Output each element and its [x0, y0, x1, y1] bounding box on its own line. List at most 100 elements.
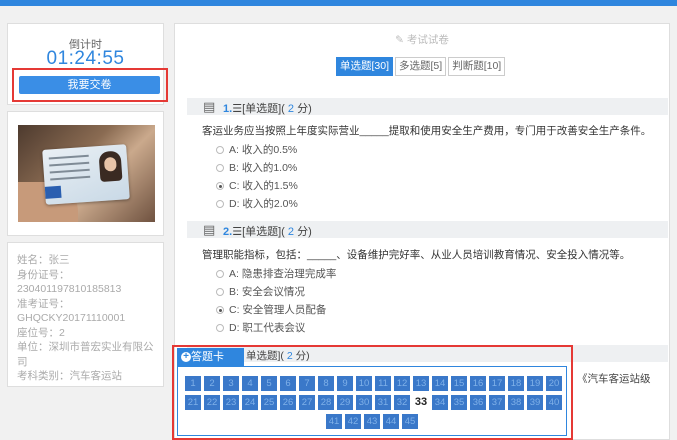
answer-card-cell[interactable]: 13: [413, 376, 429, 391]
answer-card-cell[interactable]: 14: [432, 376, 448, 391]
question-1-title: 1.☰[单选题]( 2 分): [223, 100, 312, 116]
id-photo-panel: [7, 111, 164, 236]
question-1-header: ▤ 1.☰[单选题]( 2 分): [187, 98, 668, 115]
question-number: 1.: [223, 103, 233, 115]
id-card-photo: [18, 125, 155, 222]
answer-card-grid: 1 2 3 4 5 6 7 8 9 10 11 12 13 14 15 16 17 18 19 20 21 22 23 24 2…: [183, 376, 563, 433]
answer-card-cell[interactable]: 8: [318, 376, 334, 391]
document-icon: ▤: [203, 99, 216, 114]
radio-icon[interactable]: [216, 146, 224, 154]
list-icon: ☰: [232, 103, 243, 115]
answer-card-cell[interactable]: 24: [242, 395, 258, 410]
paper-title-text: 考试试卷: [406, 34, 449, 46]
score-unit: 分): [297, 226, 312, 238]
id-card-shape: [42, 144, 130, 205]
question-2-stem: 管理职能指标，包括：_____、设备维护完好率、从业人员培训教育情况、安全投入情…: [202, 249, 631, 261]
answer-card-cell[interactable]: 26: [280, 395, 296, 410]
answer-card-cell[interactable]: 22: [204, 395, 220, 410]
answer-card-cell[interactable]: 16: [470, 376, 486, 391]
question-2-option-c[interactable]: C: 安全管理人员配备: [216, 302, 326, 317]
top-bar: [0, 0, 677, 6]
answer-card-cell[interactable]: 5: [261, 376, 277, 391]
answer-card-cell[interactable]: 4: [242, 376, 258, 391]
answer-card-cell[interactable]: 11: [375, 376, 391, 391]
answer-card-cell[interactable]: 25: [261, 395, 277, 410]
radio-icon[interactable]: [216, 324, 224, 332]
question-2-option-d[interactable]: D: 职工代表会议: [216, 320, 305, 335]
answer-card-cell[interactable]: 36: [470, 395, 486, 410]
ticket-number-label: 准考证号：: [17, 297, 70, 310]
answer-card-cell[interactable]: 7: [299, 376, 315, 391]
tab-multiple-choice[interactable]: 多选题[5]: [395, 57, 447, 76]
answer-card-cell[interactable]: 38: [508, 395, 524, 410]
submit-exam-button[interactable]: 我要交卷: [19, 76, 160, 94]
answer-card-cell[interactable]: 33: [413, 395, 429, 410]
answer-card-cell[interactable]: 34: [432, 395, 448, 410]
answer-card-cell[interactable]: 42: [345, 414, 361, 429]
answer-card-cell[interactable]: 29: [337, 395, 353, 410]
tab-true-false[interactable]: 判断题[10]: [448, 57, 506, 76]
tab-single-choice[interactable]: 单选题[30]: [336, 57, 394, 76]
answer-card-cell[interactable]: 43: [364, 414, 380, 429]
answer-card-cell[interactable]: 44: [383, 414, 399, 429]
candidate-unit: 单位：深圳市普宏实业有限公司: [17, 341, 154, 368]
answer-card-label: 答题卡: [191, 351, 224, 363]
question-3-title-partial: 单选题]( 2 分): [246, 350, 310, 362]
seat-number: 座位号：2: [17, 326, 65, 339]
answer-card-cell[interactable]: 18: [508, 376, 524, 391]
id-number-label: 身份证号：: [17, 268, 70, 281]
send-icon: ✎: [395, 34, 404, 46]
question-1-option-d[interactable]: D: 收入的2.0%: [216, 196, 298, 211]
answer-card-cell[interactable]: 10: [356, 376, 372, 391]
answer-card-cell[interactable]: 37: [489, 395, 505, 410]
answer-card-cell[interactable]: 2: [204, 376, 220, 391]
portrait-shape: [98, 150, 123, 183]
question-1-option-a[interactable]: A: 收入的0.5%: [216, 142, 297, 157]
question-2-option-b[interactable]: B: 安全会议情况: [216, 284, 305, 299]
answer-card-toggle[interactable]: + 答题卡: [177, 348, 244, 366]
plus-icon: +: [181, 352, 191, 362]
answer-card-cell[interactable]: 23: [223, 395, 239, 410]
radio-icon[interactable]: [216, 200, 224, 208]
question-1-option-b[interactable]: B: 收入的1.0%: [216, 160, 297, 175]
radio-icon[interactable]: [216, 288, 224, 296]
answer-card-cell[interactable]: 31: [375, 395, 391, 410]
question-score: 2: [287, 226, 295, 238]
question-number: 2.: [223, 226, 233, 238]
answer-card-cell[interactable]: 15: [451, 376, 467, 391]
answer-card-cell[interactable]: 30: [356, 395, 372, 410]
answer-card: 1 2 3 4 5 6 7 8 9 10 11 12 13 14 15 16 17 18 19 20 21 22 23 24 2…: [177, 366, 567, 436]
radio-checked-icon[interactable]: [216, 306, 224, 314]
question-score: 2: [287, 103, 295, 115]
answer-card-cell[interactable]: 17: [489, 376, 505, 391]
candidate-name: 姓名：张三: [17, 254, 70, 266]
answer-card-cell[interactable]: 32: [394, 395, 410, 410]
radio-icon[interactable]: [216, 164, 224, 172]
answer-card-cell[interactable]: 20: [546, 376, 562, 391]
question-2-option-a[interactable]: A: 隐患排查治理完成率: [216, 266, 336, 281]
answer-card-cell[interactable]: 27: [299, 395, 315, 410]
answer-card-cell[interactable]: 21: [185, 395, 201, 410]
question-2-header: ▤ 2.☰[单选题]( 2 分): [187, 221, 668, 238]
radio-icon[interactable]: [216, 270, 224, 278]
question-1-option-c[interactable]: C: 收入的1.5%: [216, 178, 298, 193]
answer-card-cell[interactable]: 6: [280, 376, 296, 391]
answer-card-cell[interactable]: 45: [402, 414, 418, 429]
question-2-title: 2.☰[单选题]( 2 分): [223, 223, 312, 239]
paper-title: ✎ 考试试卷: [175, 32, 669, 47]
score-unit: 分): [297, 103, 312, 115]
countdown-timer: 01:24:55: [46, 48, 125, 69]
answer-card-cell[interactable]: 41: [326, 414, 342, 429]
answer-card-cell[interactable]: 19: [527, 376, 543, 391]
answer-card-cell[interactable]: 40: [546, 395, 562, 410]
question-type: [单选题](: [242, 103, 285, 115]
answer-card-cell[interactable]: 3: [223, 376, 239, 391]
answer-card-cell[interactable]: 1: [185, 376, 201, 391]
left-sidebar: 倒计时 01:24:55 我要交卷 姓名：张三 身份证号： 2304011978…: [7, 23, 168, 387]
radio-checked-icon[interactable]: [216, 182, 224, 190]
answer-card-cell[interactable]: 39: [527, 395, 543, 410]
answer-card-cell[interactable]: 12: [394, 376, 410, 391]
answer-card-cell[interactable]: 9: [337, 376, 353, 391]
answer-card-cell[interactable]: 28: [318, 395, 334, 410]
answer-card-cell[interactable]: 35: [451, 395, 467, 410]
